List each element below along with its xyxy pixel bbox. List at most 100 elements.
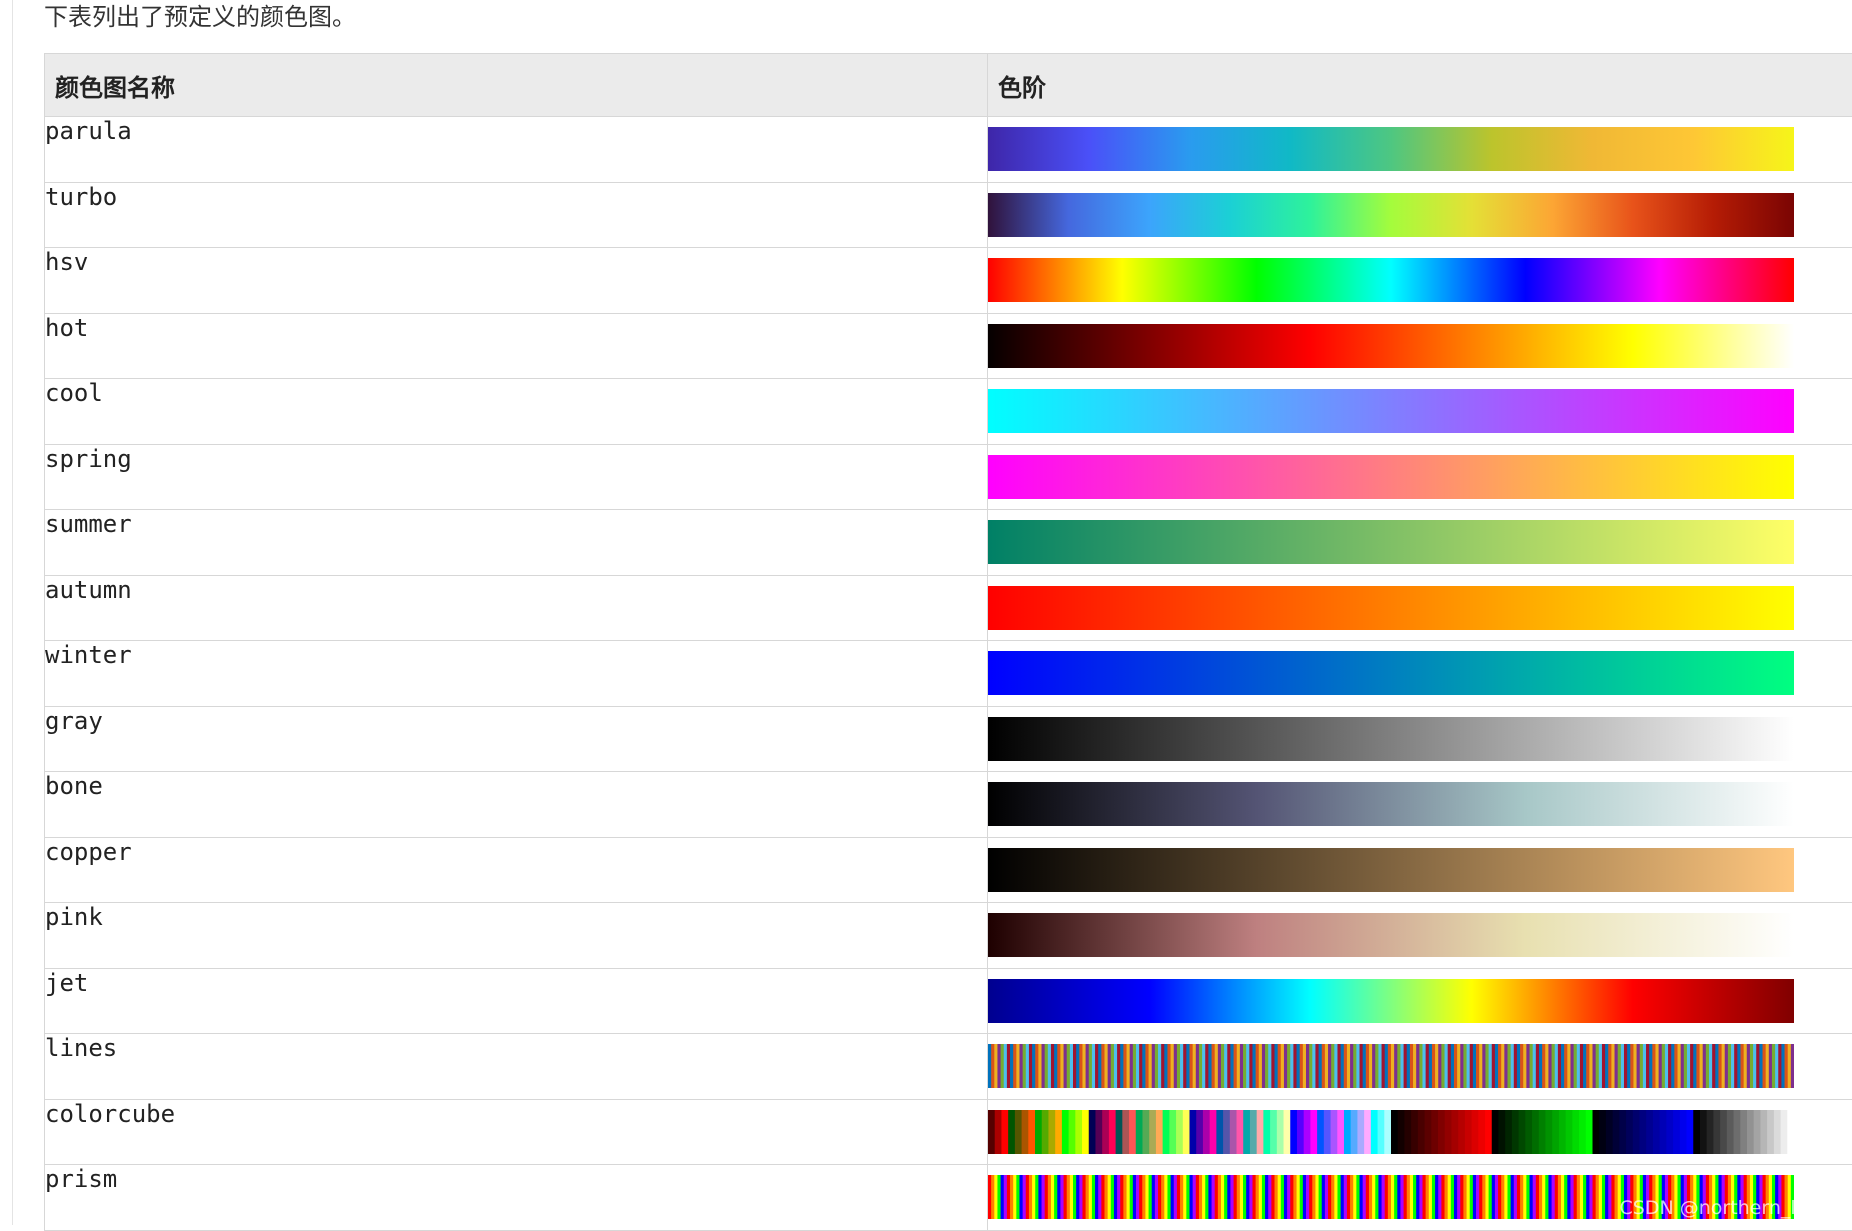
- colormap-name: hsv: [45, 248, 988, 314]
- colorbar-colorcube: [988, 1110, 1794, 1154]
- stripe: [1176, 1110, 1183, 1154]
- left-border: [12, 0, 13, 1225]
- stripe: [1263, 1110, 1270, 1154]
- stripe: [1478, 1110, 1485, 1154]
- colormap-table: 颜色图名称 色阶 parulaturbohsvhotcoolspringsumm…: [44, 53, 1852, 1231]
- stripe: [1498, 1110, 1505, 1154]
- colorbar-hsv: [988, 258, 1794, 302]
- table-row: jet: [45, 968, 1852, 1034]
- color-scale-cell: [988, 313, 1852, 379]
- intro-text: 下表列出了预定义的颜色图。: [44, 0, 356, 40]
- color-scale-cell: [988, 1099, 1852, 1165]
- stripe: [1364, 1110, 1371, 1154]
- gradient-fill: [988, 913, 1794, 957]
- colorbar-winter: [988, 651, 1794, 695]
- stripe: [1116, 1110, 1123, 1154]
- stripe: [1102, 1110, 1109, 1154]
- stripe: [1237, 1110, 1244, 1154]
- stripe: [1371, 1110, 1378, 1154]
- stripe: [1787, 1110, 1794, 1154]
- stripe: [1398, 1110, 1405, 1154]
- colormap-name: lines: [45, 1034, 988, 1100]
- stripe: [1290, 1110, 1297, 1154]
- colormap-name: gray: [45, 706, 988, 772]
- stripe: [1505, 1110, 1512, 1154]
- stripe: [1445, 1110, 1452, 1154]
- colorbar-hot: [988, 324, 1794, 368]
- stripe: [1545, 1110, 1552, 1154]
- stripe: [1022, 1110, 1029, 1154]
- gradient-fill: [988, 520, 1794, 564]
- stripe: [1760, 1110, 1767, 1154]
- stripe: [1734, 1110, 1741, 1154]
- stripe: [1082, 1110, 1089, 1154]
- header-colormap-name: 颜色图名称: [45, 54, 988, 117]
- table-row: autumn: [45, 575, 1852, 641]
- stripe: [1465, 1110, 1472, 1154]
- stripe: [1599, 1110, 1606, 1154]
- colormap-name: parula: [45, 117, 988, 183]
- stripe: [1512, 1110, 1519, 1154]
- gradient-fill: [988, 127, 1794, 171]
- stripe: [1129, 1110, 1136, 1154]
- stripe: [1196, 1110, 1203, 1154]
- colormap-name: bone: [45, 772, 988, 838]
- colormap-name: winter: [45, 641, 988, 707]
- csdn-watermark: CSDN @northern_light_: [1620, 1197, 1843, 1219]
- stripe: [1720, 1110, 1727, 1154]
- stripe: [1156, 1110, 1163, 1154]
- stripe: [1384, 1110, 1391, 1154]
- color-scale-cell: [988, 968, 1852, 1034]
- stripe: [1472, 1110, 1479, 1154]
- colorbar-pink: [988, 913, 1794, 957]
- stripe: [1791, 1044, 1794, 1088]
- stripe: [1559, 1110, 1566, 1154]
- stripe: [1586, 1110, 1593, 1154]
- stripe: [1404, 1110, 1411, 1154]
- stripe: [1519, 1110, 1526, 1154]
- stripe: [1680, 1110, 1687, 1154]
- color-scale-cell: [988, 1034, 1852, 1100]
- stripe: [1324, 1110, 1331, 1154]
- stripe: [1431, 1110, 1438, 1154]
- colormap-name: hot: [45, 313, 988, 379]
- colormap-name: prism: [45, 1165, 988, 1231]
- table-row: cool: [45, 379, 1852, 445]
- gradient-fill: [988, 848, 1794, 892]
- colormap-name: jet: [45, 968, 988, 1034]
- stripe: [1317, 1110, 1324, 1154]
- colormap-name: autumn: [45, 575, 988, 641]
- colorbar-summer: [988, 520, 1794, 564]
- stripe: [1485, 1110, 1492, 1154]
- gradient-fill: [988, 193, 1794, 237]
- stripe: [988, 1110, 995, 1154]
- colorbar-cool: [988, 389, 1794, 433]
- stripe: [1411, 1110, 1418, 1154]
- gradient-fill: [988, 586, 1794, 630]
- stripe: [1781, 1110, 1788, 1154]
- header-color-scale: 色阶: [988, 54, 1852, 117]
- color-scale-cell: [988, 510, 1852, 576]
- stripe: [1713, 1110, 1720, 1154]
- stripe: [1284, 1110, 1291, 1154]
- stripe: [1747, 1110, 1754, 1154]
- color-scale-cell: [988, 117, 1852, 183]
- colormap-name: pink: [45, 903, 988, 969]
- stripe: [1693, 1110, 1700, 1154]
- colorbar-autumn: [988, 586, 1794, 630]
- gradient-fill: [988, 389, 1794, 433]
- color-scale-cell: [988, 444, 1852, 510]
- colorbar-parula: [988, 127, 1794, 171]
- colorbar-copper: [988, 848, 1794, 892]
- stripe: [1767, 1110, 1774, 1154]
- stripe: [1230, 1110, 1237, 1154]
- stripe: [1357, 1110, 1364, 1154]
- stripe: [1042, 1110, 1049, 1154]
- stripe: [1183, 1110, 1190, 1154]
- colorbar-spring: [988, 455, 1794, 499]
- stripe: [1257, 1110, 1264, 1154]
- stripe: [1136, 1110, 1143, 1154]
- stripe: [1243, 1110, 1250, 1154]
- stripe: [1075, 1110, 1082, 1154]
- stripe: [1552, 1110, 1559, 1154]
